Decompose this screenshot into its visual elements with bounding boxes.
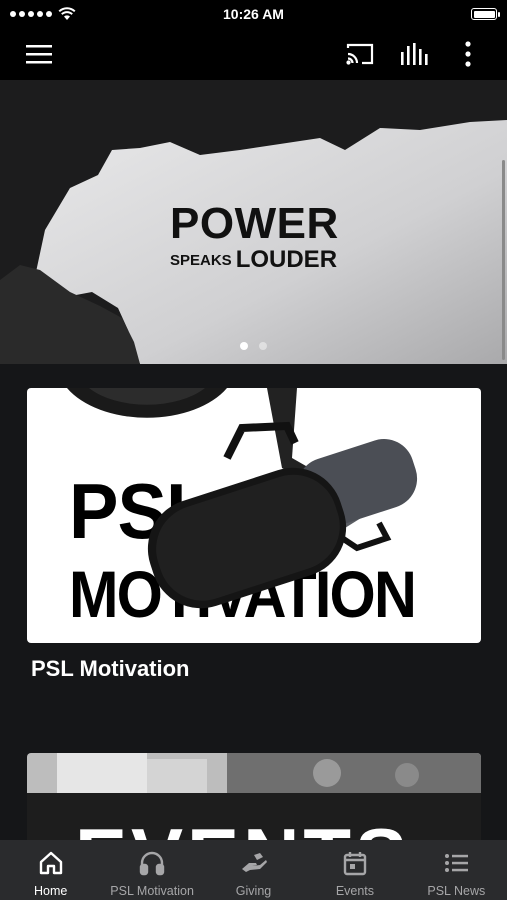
tab-psl-motivation[interactable]: PSL Motivation <box>101 840 202 900</box>
status-left <box>10 7 76 21</box>
carousel-dot-2[interactable] <box>259 342 267 350</box>
home-feed[interactable]: POWER SPEAKS LOUDER PSL MOTIVATION PSL M <box>0 80 507 840</box>
tab-events[interactable]: Events <box>304 840 405 900</box>
home-icon <box>39 851 62 875</box>
card-image-text: EVENTS <box>75 811 411 840</box>
tab-label: Events <box>335 884 375 898</box>
equalizer-icon[interactable] <box>398 38 430 70</box>
app-bar <box>0 28 507 80</box>
bottom-tab-bar: Home PSL Motivation Giving Events PSL Ne… <box>0 840 507 900</box>
calendar-icon <box>343 852 367 876</box>
tab-giving[interactable]: Giving <box>203 840 304 900</box>
cast-icon[interactable] <box>344 38 376 70</box>
hero-text: POWER SPEAKS LOUDER <box>170 202 339 272</box>
hero-line1: POWER <box>170 199 339 248</box>
hero-carousel[interactable]: POWER SPEAKS LOUDER <box>0 80 507 364</box>
carousel-dot-1[interactable] <box>240 342 248 350</box>
more-vertical-icon[interactable] <box>452 38 484 70</box>
microphone-image <box>67 388 418 609</box>
signal-strength-icon <box>10 11 52 17</box>
tab-label: Giving <box>235 884 272 898</box>
psl-motivation-card-title[interactable]: PSL Motivation <box>31 656 190 682</box>
events-photo-strip <box>27 753 481 793</box>
tab-label: Home <box>34 884 68 898</box>
status-bar: 10:26 AM <box>0 0 507 28</box>
scrollbar[interactable] <box>502 160 505 360</box>
battery-level <box>473 10 495 18</box>
headphones-icon <box>139 851 165 876</box>
battery-icon <box>471 8 500 20</box>
list-icon <box>445 854 469 872</box>
wifi-icon <box>58 7 76 20</box>
tab-home[interactable]: Home <box>0 840 101 900</box>
events-card-image[interactable]: EVENTS <box>27 753 481 840</box>
giving-hand-icon <box>241 853 267 872</box>
hamburger-menu-icon[interactable] <box>23 38 55 70</box>
carousel-page-indicator[interactable] <box>0 342 507 350</box>
tab-label: PSL Motivation <box>110 884 194 898</box>
hero-line2-big: LOUDER <box>235 246 338 273</box>
tab-psl-news[interactable]: PSL News <box>406 840 507 900</box>
psl-motivation-card-image[interactable]: PSL MOTIVATION <box>27 388 481 643</box>
tab-label: PSL News <box>427 884 486 898</box>
hero-line2-small: SPEAKS <box>170 252 232 269</box>
hero-line2: SPEAKS LOUDER <box>170 248 339 272</box>
status-time: 10:26 AM <box>223 6 284 22</box>
